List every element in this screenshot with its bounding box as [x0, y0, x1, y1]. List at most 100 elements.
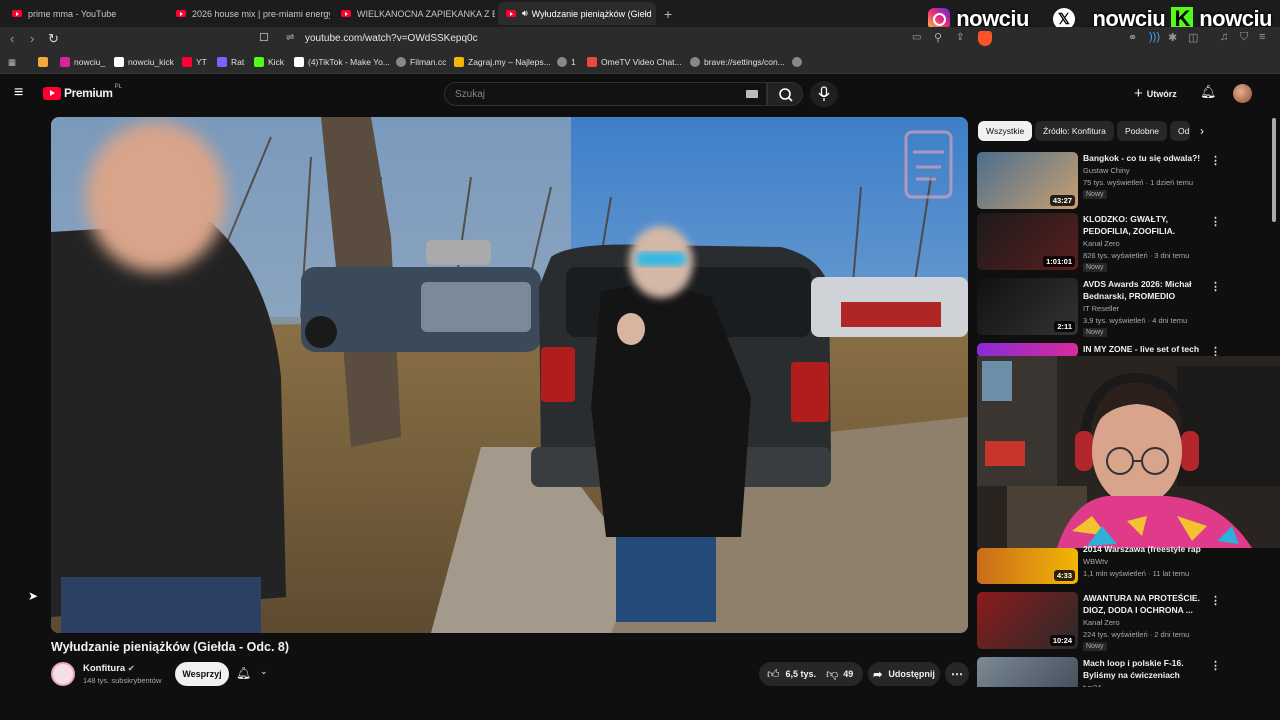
address-bar[interactable]: ⇌ youtube.com/watch?v=OWdSSKepq0c ▭ ⚲ ⇪ [278, 29, 1003, 50]
share-button[interactable]: ➦ Udostępnij [868, 662, 940, 686]
video-thumbnail[interactable]: 1:01:01 [977, 213, 1078, 270]
back-icon[interactable]: ‹ [10, 31, 14, 46]
video-title[interactable]: Mach loop i polskie F-16. Byliśmy na ćwi… [1083, 658, 1205, 681]
video-meta: 1,1 mln wyświetleń · 11 lat temu [1083, 569, 1190, 578]
chevron-down-icon[interactable]: ⌄ [260, 666, 268, 677]
bookmark-item[interactable]: YT [182, 57, 207, 67]
channel-name[interactable]: Kanał Zero [1083, 239, 1120, 248]
video-thumbnail[interactable]: 10:24 [977, 592, 1078, 649]
channel-name[interactable]: IT Reseller [1083, 304, 1119, 313]
video-title[interactable]: KLODZKO: GWAŁTY, PEDOFILIA, ZOOFILIA. WS… [1083, 214, 1205, 237]
video-thumbnail[interactable]: 43:27 [977, 152, 1078, 209]
more-vert-icon[interactable]: ⋮ [1210, 659, 1221, 672]
vpn-icon[interactable]: ⚭ [1128, 31, 1137, 44]
browser-tab[interactable]: prime mma - YouTube [4, 2, 164, 25]
menu-icon[interactable]: ≡ [1259, 31, 1265, 43]
channel-name[interactable]: tvn24 [1083, 683, 1101, 687]
recommendation-item[interactable]: Mach loop i polskie F-16. Byliśmy na ćwi… [977, 657, 1267, 687]
recommendation-item[interactable]: 2:11 AVDS Awards 2026: Michał Bednarski,… [977, 278, 1267, 337]
bookmark-icon[interactable]: ☐ [259, 31, 269, 44]
chip-all[interactable]: Wszystkie [978, 121, 1033, 141]
browser-tab-active[interactable]: 🔊︎Wyłudzanie pieniążków (Giełd✕ [498, 2, 656, 25]
keyboard-icon[interactable] [746, 90, 758, 98]
support-button[interactable]: Wesprzyj [175, 662, 229, 686]
bookmark-item[interactable]: 1 [557, 57, 576, 67]
more-vert-icon[interactable]: ⋮ [1210, 154, 1221, 167]
more-actions-icon[interactable]: ⋯ [945, 662, 969, 686]
close-tab-icon[interactable]: ✕ [652, 7, 656, 20]
new-tab-button[interactable]: + [664, 6, 672, 22]
recommendation-item[interactable]: 1:01:01 KLODZKO: GWAŁTY, PEDOFILIA, ZOOF… [977, 213, 1267, 272]
notification-bell-icon[interactable]: 🔔︎ [236, 666, 251, 680]
sidebar-icon[interactable]: ◫ [1188, 31, 1198, 44]
video-title[interactable]: IN MY ZONE - live set of tech [1083, 344, 1205, 356]
site-info-icon[interactable]: ⇌ [286, 32, 294, 43]
recommendation-item[interactable]: IN MY ZONE - live set of tech ⋮ [977, 343, 1267, 358]
video-title[interactable]: Bangkok - co tu się odwala?! [1083, 153, 1205, 165]
browser-tab[interactable]: 2026 house mix | pre-miami energy [168, 2, 330, 25]
video-thumbnail[interactable] [977, 343, 1078, 357]
tab-title: Wyłudzanie pieniążków (Giełd [531, 8, 652, 19]
dislike-icon[interactable]: 👎︎ [826, 667, 838, 682]
x-icon [114, 57, 124, 67]
bookmark-item[interactable]: Kick [254, 57, 284, 67]
reload-icon[interactable]: ↻ [48, 31, 59, 47]
notifications-bell-icon[interactable]: 🔔︎ [1200, 84, 1217, 100]
apps-icon[interactable]: ▦ [8, 57, 16, 68]
channel-avatar[interactable] [51, 662, 75, 686]
video-title[interactable]: AVDS Awards 2026: Michał Bednarski, PROM… [1083, 279, 1205, 302]
voice-search-button[interactable] [810, 81, 838, 107]
forward-icon[interactable]: › [30, 31, 34, 46]
more-vert-icon[interactable]: ⋮ [1210, 280, 1221, 293]
bookmark-item[interactable]: Zagraj.my – Najleps... [454, 57, 551, 67]
avatar[interactable] [1233, 84, 1252, 103]
channel-name[interactable]: WBWtv [1083, 557, 1108, 566]
channel-name[interactable]: Gustaw Chiny [1083, 166, 1130, 175]
more-vert-icon[interactable]: ⋮ [1210, 215, 1221, 228]
chip-from[interactable]: Od [1170, 121, 1190, 141]
speech-icon[interactable]: ))) [1149, 31, 1160, 43]
video-title[interactable]: AWANTURA NA PROTEŚCIE. DIOZ, DODA I OCHR… [1083, 593, 1205, 616]
zoom-icon[interactable]: ⚲ [934, 31, 942, 44]
dislike-count[interactable]: 49 [843, 669, 853, 679]
recommendation-item[interactable]: 43:27 Bangkok - co tu się odwala?! Gusta… [977, 152, 1267, 210]
chip-source[interactable]: Źródło: Konfitura [1035, 121, 1114, 141]
more-vert-icon[interactable]: ⋮ [1210, 594, 1221, 607]
bookmark-item[interactable]: Rat [217, 57, 244, 67]
hamburger-menu-icon[interactable]: ≡ [14, 84, 23, 102]
bookmark-label: Rat [231, 57, 245, 67]
cast-icon[interactable]: ▭ [912, 32, 921, 43]
extensions-icon[interactable]: ✱ [1168, 31, 1177, 44]
bookmark-item[interactable]: Filman.cc [396, 57, 446, 67]
shield-icon[interactable]: ⛉ [1240, 31, 1248, 44]
youtube-premium-logo[interactable]: Premium PL [43, 84, 122, 100]
video-title[interactable]: 2014 Warszawa (freestyle rap ... [1083, 544, 1205, 556]
share-icon[interactable]: ⇪ [956, 32, 964, 43]
recommendation-item[interactable]: 4:33 2014 Warszawa (freestyle rap ... WB… [977, 544, 1267, 588]
bookmark-folder[interactable] [38, 57, 48, 67]
bookmark-item[interactable]: OmeTV Video Chat... [587, 57, 682, 67]
chip-related[interactable]: Podobne [1117, 121, 1168, 141]
bookmark-item[interactable]: (4)TikTok - Make Yo... [294, 57, 390, 67]
search-input[interactable]: Szukaj [444, 82, 767, 106]
video-player[interactable] [51, 117, 968, 633]
bookmark-item[interactable]: nowciu_kick [114, 57, 174, 67]
channel-name[interactable]: Kanał Zero [1083, 618, 1120, 627]
brave-shield-icon[interactable] [978, 31, 992, 46]
video-thumbnail[interactable]: 2:11 [977, 278, 1078, 335]
chevron-right-icon[interactable]: › [1200, 124, 1204, 138]
music-icon[interactable]: ♫ [1220, 31, 1228, 43]
create-button[interactable]: + Utwórz [1134, 85, 1177, 102]
bookmark-item[interactable] [792, 57, 802, 67]
video-thumbnail[interactable] [977, 657, 1078, 687]
like-icon[interactable]: 👍︎ [767, 667, 780, 682]
recommendation-item[interactable]: 10:24 AWANTURA NA PROTEŚCIE. DIOZ, DODA … [977, 592, 1267, 651]
bookmark-item[interactable]: brave://settings/con... [690, 57, 785, 67]
search-button[interactable] [767, 82, 803, 106]
browser-tab[interactable]: WIELKANOCNA ZAPIEKANKA Z BIAŁ [333, 2, 495, 25]
like-count[interactable]: 6,5 tys. [786, 669, 817, 679]
sidebar-scrollbar[interactable] [1272, 118, 1276, 222]
bookmark-item[interactable]: nowciu_ [60, 57, 105, 67]
video-thumbnail[interactable]: 4:33 [977, 548, 1078, 584]
channel-name-main[interactable]: Konfitura ✔ [83, 663, 135, 674]
